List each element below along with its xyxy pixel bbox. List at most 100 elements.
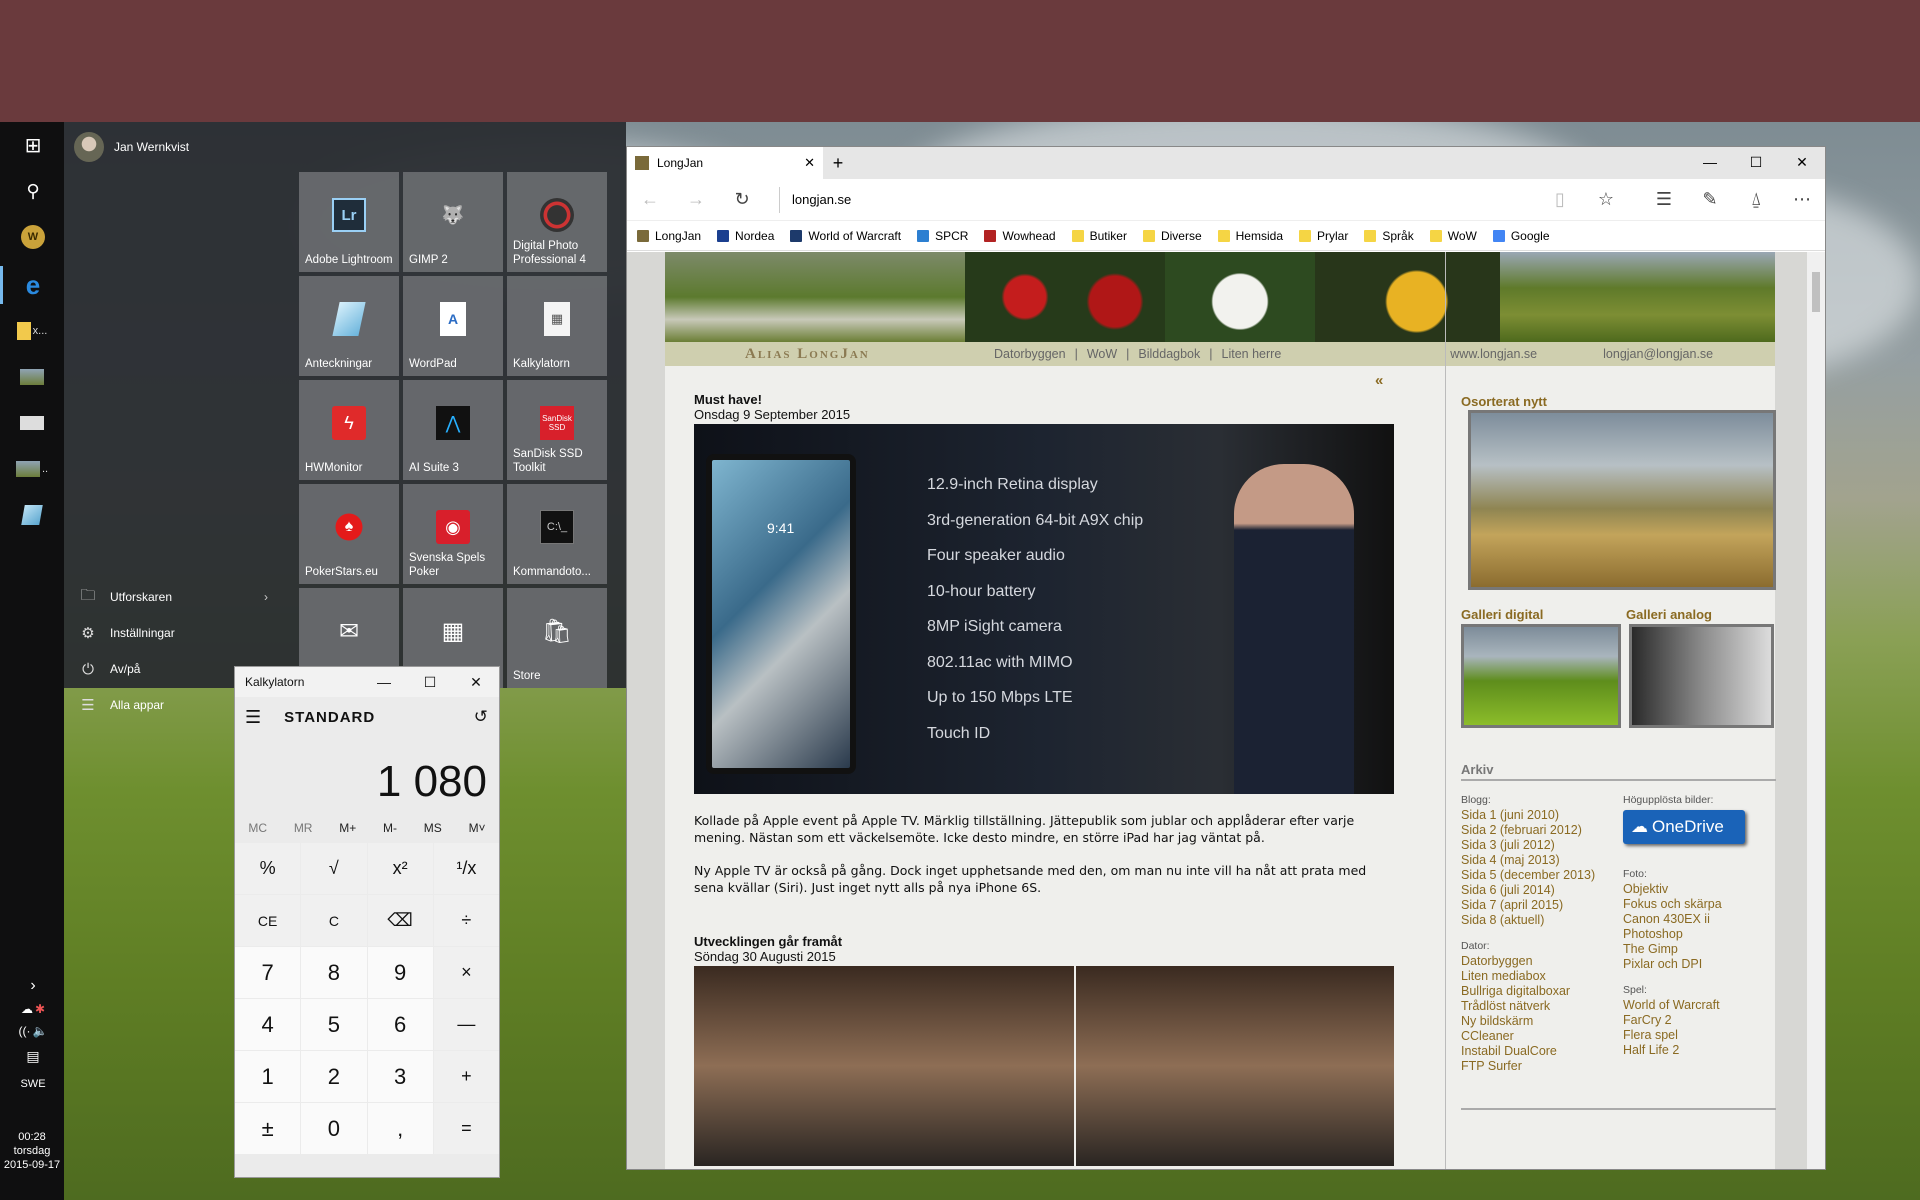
digit-0-key[interactable]: 0 <box>301 1103 367 1154</box>
fav-folder-hemsida[interactable]: Hemsida <box>1217 229 1283 243</box>
subtract-key[interactable]: — <box>433 999 499 1050</box>
digit-8-key[interactable]: 8 <box>301 947 367 998</box>
featured-photo[interactable] <box>1468 410 1776 590</box>
share-button[interactable]: ⍙ <box>1733 189 1779 210</box>
address-bar[interactable]: longjan.se <box>779 186 1537 213</box>
refresh-button[interactable]: ↻ <box>719 189 765 210</box>
archive-link[interactable]: Sida 2 (februari 2012) <box>1461 823 1621 838</box>
fav-wow[interactable]: World of Warcraft <box>790 229 901 243</box>
sidebar-heading[interactable]: Galleri digital <box>1461 607 1543 622</box>
archive-link[interactable]: World of Warcraft <box>1623 998 1773 1013</box>
archive-link[interactable]: Objektiv <box>1623 882 1773 897</box>
tile-svenskaspel[interactable]: ◉ Svenska Spels Poker <box>403 484 503 584</box>
reciprocal-key[interactable]: ¹/x <box>433 843 499 894</box>
fav-nordea[interactable]: Nordea <box>717 229 774 243</box>
start-button[interactable]: ⊞ <box>0 122 64 168</box>
tile-store[interactable]: 🛍 Store <box>507 588 607 688</box>
tray-onedrive[interactable]: ☁ ✱ <box>0 998 64 1020</box>
post-title[interactable]: Must have! <box>694 392 1394 407</box>
tile-calculator[interactable]: ▦ Kalkylatorn <box>507 276 607 376</box>
taskbar-photo-viewer[interactable]: .. <box>0 446 64 492</box>
percent-key[interactable]: % <box>235 843 301 894</box>
digit-5-key[interactable]: 5 <box>301 999 367 1050</box>
fav-longjan[interactable]: LongJan <box>637 229 701 243</box>
archive-link[interactable]: Instabil DualCore <box>1461 1044 1621 1059</box>
decimal-key[interactable]: , <box>367 1103 433 1154</box>
taskbar-photos[interactable] <box>0 354 64 400</box>
hamburger-icon[interactable]: ☰ <box>245 707 262 728</box>
history-icon[interactable]: ↺ <box>474 707 489 727</box>
archive-link[interactable]: Sida 7 (april 2015) <box>1461 898 1621 913</box>
fav-spcr[interactable]: SPCR <box>917 229 968 243</box>
gallery-analog-thumb[interactable] <box>1629 624 1774 728</box>
archive-link[interactable]: CCleaner <box>1461 1029 1621 1044</box>
tile-gimp[interactable]: 🐺 GIMP 2 <box>403 172 503 272</box>
search-button[interactable]: ⚲ <box>0 168 64 214</box>
memory-add-button[interactable]: M+ <box>339 821 356 835</box>
square-key[interactable]: x² <box>367 843 433 894</box>
taskbar-notepad[interactable] <box>0 492 64 538</box>
taskbar-explorer[interactable]: x... <box>0 308 64 354</box>
tile-dpp[interactable]: Digital Photo Professional 4 <box>507 172 607 272</box>
digit-2-key[interactable]: 2 <box>301 1051 367 1102</box>
favorite-star-button[interactable]: ☆ <box>1583 189 1629 210</box>
clear-entry-key[interactable]: CE <box>235 895 301 946</box>
fav-google[interactable]: Google <box>1492 229 1550 243</box>
post-title[interactable]: Utvecklingen går framåt <box>694 934 1394 949</box>
archive-link[interactable]: Trådlöst nätverk <box>1461 999 1621 1014</box>
gallery-digital-thumb[interactable] <box>1461 624 1621 728</box>
archive-link[interactable]: The Gimp <box>1623 942 1773 957</box>
archive-link[interactable]: Canon 430EX ii <box>1623 912 1773 927</box>
close-button[interactable]: ✕ <box>1779 147 1825 177</box>
onedrive-button[interactable]: ☁ OneDrive <box>1623 810 1745 844</box>
more-button[interactable]: ⋯ <box>1779 189 1825 210</box>
new-tab-button[interactable]: + <box>823 147 853 179</box>
memory-recall-button[interactable]: MR <box>294 821 313 835</box>
divide-key[interactable]: ÷ <box>433 895 499 946</box>
fav-folder-butiker[interactable]: Butiker <box>1071 229 1127 243</box>
reading-view-button[interactable]: ▯ <box>1537 189 1583 210</box>
start-item-settings[interactable]: ⚙ Inställningar <box>74 616 274 650</box>
tile-sandisk[interactable]: SanDisk SSD SanDisk SSD Toolkit <box>507 380 607 480</box>
digit-7-key[interactable]: 7 <box>235 947 301 998</box>
tile-hwmonitor[interactable]: ϟ HWMonitor <box>299 380 399 480</box>
tile-aisuite[interactable]: ⋀ AI Suite 3 <box>403 380 503 480</box>
tile-wordpad[interactable]: A WordPad <box>403 276 503 376</box>
archive-link[interactable]: Sida 1 (juni 2010) <box>1461 808 1621 823</box>
forward-button[interactable]: → <box>673 189 719 210</box>
archive-link[interactable]: Sida 3 (juli 2012) <box>1461 838 1621 853</box>
negate-key[interactable]: ± <box>235 1103 301 1154</box>
back-button[interactable]: ← <box>627 189 673 210</box>
fav-folder-diverse[interactable]: Diverse <box>1142 229 1202 243</box>
menu-bilddagbok[interactable]: Bilddagbok <box>1138 347 1200 361</box>
archive-link[interactable]: Photoshop <box>1623 927 1773 942</box>
digit-3-key[interactable]: 3 <box>367 1051 433 1102</box>
memory-list-button[interactable]: M˅ <box>469 821 486 835</box>
action-center[interactable]: ▤ <box>0 1042 64 1070</box>
backspace-key[interactable]: ⌫ <box>367 895 433 946</box>
tray-expand[interactable]: › <box>0 974 64 998</box>
maximize-button[interactable]: ☐ <box>407 674 453 691</box>
add-key[interactable]: + <box>433 1051 499 1102</box>
tray-network[interactable]: ((· 🔈 <box>0 1020 64 1042</box>
browser-tab[interactable]: LongJan ✕ <box>627 147 823 179</box>
minimize-button[interactable]: — <box>361 674 407 691</box>
archive-link[interactable]: FarCry 2 <box>1623 1013 1773 1028</box>
taskbar-edge[interactable]: e <box>0 262 64 308</box>
menu-liten-herre[interactable]: Liten herre <box>1222 347 1282 361</box>
fav-folder-sprak[interactable]: Språk <box>1364 229 1414 243</box>
archive-link[interactable]: Fokus och skärpa <box>1623 897 1773 912</box>
taskbar-wow[interactable]: W <box>0 214 64 260</box>
multiply-key[interactable]: × <box>433 947 499 998</box>
collapse-link[interactable]: « <box>1375 372 1383 389</box>
calculator-titlebar[interactable]: Kalkylatorn — ☐ ✕ <box>235 667 499 697</box>
tile-lightroom[interactable]: Lr Adobe Lightroom <box>299 172 399 272</box>
archive-link[interactable]: Datorbyggen <box>1461 954 1621 969</box>
web-note-button[interactable]: ✎ <box>1687 189 1733 210</box>
sqrt-key[interactable]: √ <box>301 843 367 894</box>
clear-key[interactable]: C <box>301 895 367 946</box>
memory-subtract-button[interactable]: M- <box>383 821 397 835</box>
fav-folder-prylar[interactable]: Prylar <box>1299 229 1348 243</box>
tile-pokerstars[interactable]: ♠ PokerStars.eu <box>299 484 399 584</box>
archive-link[interactable]: FTP Surfer <box>1461 1059 1621 1074</box>
